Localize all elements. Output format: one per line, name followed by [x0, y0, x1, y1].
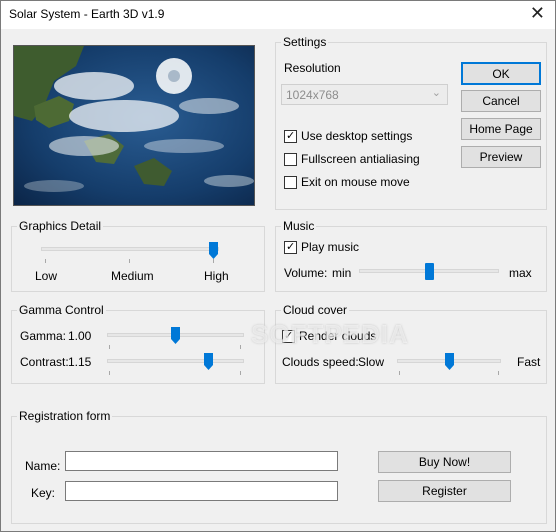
title-bar: Solar System - Earth 3D v1.9 ✕ [1, 1, 555, 29]
name-input[interactable] [65, 451, 338, 471]
checkbox-box [284, 153, 297, 166]
slider-tick [498, 371, 499, 375]
slider-tick [240, 371, 241, 375]
resolution-select[interactable]: 1024x768 ⌄ [281, 84, 448, 105]
fullscreen-antialiasing-label: Fullscreen antialiasing [301, 152, 420, 166]
graphics-high-label: High [204, 269, 229, 283]
volume-label: Volume: [284, 266, 328, 280]
slider-tick [109, 345, 110, 349]
clouds-speed-slider-thumb[interactable] [445, 353, 454, 370]
checkmark-icon: ✓ [284, 329, 294, 342]
slider-tick [213, 259, 214, 263]
gamma-label: Gamma: [20, 329, 67, 343]
slider-tick [129, 259, 130, 263]
checkmark-icon: ✓ [286, 240, 296, 253]
clouds-fast-label: Fast [517, 355, 541, 369]
checkmark-icon: ✓ [286, 129, 296, 142]
contrast-slider-track[interactable] [107, 359, 244, 363]
resolution-label: Resolution [284, 61, 341, 75]
use-desktop-settings-label: Use desktop settings [301, 129, 413, 143]
exit-on-mouse-move-label: Exit on mouse move [301, 175, 410, 189]
buy-now-button[interactable]: Buy Now! [378, 451, 511, 473]
checkbox-box [284, 176, 297, 189]
clouds-slow-label: Slow [358, 355, 385, 369]
graphics-low-label: Low [35, 269, 58, 283]
gamma-value: 1.00 [68, 329, 92, 343]
graphics-detail-slider-thumb[interactable] [209, 242, 218, 259]
close-icon[interactable]: ✕ [530, 3, 545, 25]
slider-tick [109, 371, 110, 375]
home-page-button[interactable]: Home Page [461, 118, 541, 140]
volume-max-label: max [509, 266, 532, 280]
earth-preview-image [13, 45, 255, 206]
preview-button[interactable]: Preview [461, 146, 541, 168]
key-input[interactable] [65, 481, 338, 501]
checkbox-box: ✓ [284, 129, 297, 143]
graphics-detail-slider-track[interactable] [41, 247, 219, 251]
graphics-medium-label: Medium [111, 269, 154, 283]
chevron-down-icon: ⌄ [431, 87, 441, 99]
registration-form-legend: Registration form [17, 409, 113, 423]
checkbox-box: ✓ [282, 329, 295, 343]
cloud-cover-legend: Cloud cover [281, 303, 350, 317]
music-legend: Music [281, 219, 317, 233]
render-clouds-label: Render clouds [299, 329, 377, 343]
contrast-label: Contrast: [20, 355, 69, 369]
contrast-value: 1.15 [68, 355, 92, 369]
slider-tick [399, 371, 400, 375]
cancel-button[interactable]: Cancel [461, 90, 541, 112]
slider-tick [240, 345, 241, 349]
register-button[interactable]: Register [378, 480, 511, 502]
slider-tick [45, 259, 46, 263]
gamma-control-group: Gamma Control [11, 303, 265, 384]
window-title: Solar System - Earth 3D v1.9 [9, 7, 165, 21]
app-window: Solar System - Earth 3D v1.9 ✕ Settings … [0, 0, 556, 532]
volume-slider-thumb[interactable] [425, 263, 434, 280]
gamma-slider-thumb[interactable] [171, 327, 180, 344]
play-music-label: Play music [301, 240, 360, 254]
contrast-slider-thumb[interactable] [204, 353, 213, 370]
checkbox-box: ✓ [284, 240, 297, 254]
resolution-value: 1024x768 [286, 88, 339, 102]
key-label: Key: [31, 486, 56, 500]
name-label: Name: [25, 459, 61, 473]
clouds-speed-label: Clouds speed: [282, 355, 359, 369]
volume-min-label: min [332, 266, 352, 280]
music-group: Music [275, 219, 547, 292]
graphics-detail-legend: Graphics Detail [17, 219, 104, 233]
settings-legend: Settings [281, 35, 329, 49]
cloud-cover-group: Cloud cover [275, 303, 547, 384]
ok-button[interactable]: OK [461, 62, 541, 85]
gamma-control-legend: Gamma Control [17, 303, 106, 317]
